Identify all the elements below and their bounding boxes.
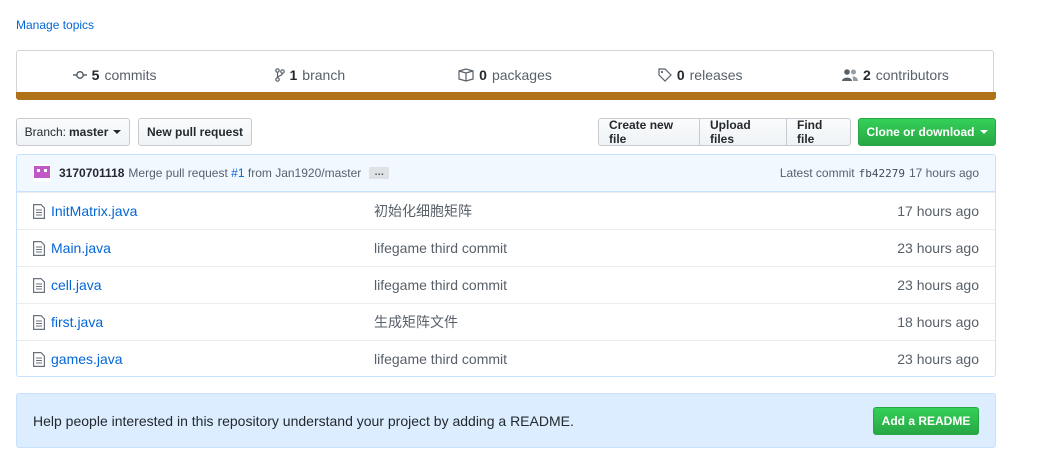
commit-pr-link[interactable]: #1 — [231, 166, 244, 180]
expand-commit-button[interactable]: … — [369, 167, 390, 179]
file-age: 23 hours ago — [897, 240, 979, 256]
file-icon — [33, 315, 45, 333]
latest-commit-info: Latest commit fb42279 17 hours ago — [780, 166, 979, 180]
file-actions-group: Create new file Upload files Find file — [598, 118, 851, 146]
commit-sha-link[interactable]: fb42279 — [859, 167, 905, 180]
branch-label: Branch: — [24, 125, 66, 139]
clone-or-download-button[interactable]: Clone or download — [858, 118, 996, 146]
file-icon — [33, 278, 45, 296]
tag-icon — [658, 67, 672, 82]
branch-select-button[interactable]: Branch: master — [16, 118, 130, 146]
file-row: first.java 生成矩阵文件 18 hours ago — [17, 303, 995, 340]
releases-label: releases — [689, 66, 743, 83]
file-commit-message[interactable]: lifegame third commit — [374, 240, 507, 256]
file-age: 17 hours ago — [897, 203, 979, 219]
clone-label: Clone or download — [866, 125, 975, 139]
caret-down-icon — [113, 130, 122, 134]
package-icon — [458, 67, 474, 82]
repo-stats-bar: 5 commits 1 branch 0 packages 0 releases… — [16, 50, 994, 98]
readme-prompt-text: Help people interested in this repositor… — [33, 413, 574, 429]
branches-label: branch — [302, 66, 346, 83]
stat-commits[interactable]: 5 commits — [17, 51, 212, 98]
commit-age: 17 hours ago — [908, 166, 979, 180]
file-commit-message[interactable]: 初始化细胞矩阵 — [374, 201, 472, 221]
manage-topics-link[interactable]: Manage topics — [16, 18, 94, 32]
create-new-file-button[interactable]: Create new file — [598, 118, 700, 146]
branches-count: 1 — [289, 66, 298, 83]
find-file-button[interactable]: Find file — [786, 118, 851, 146]
contributors-label: contributors — [875, 66, 949, 83]
file-icon — [33, 241, 45, 259]
file-row: cell.java lifegame third commit 23 hours… — [17, 266, 995, 303]
file-commit-message[interactable]: 生成矩阵文件 — [374, 312, 458, 332]
file-name-link[interactable]: Main.java — [51, 240, 111, 256]
file-name-link[interactable]: first.java — [51, 314, 103, 330]
packages-label: packages — [491, 66, 552, 83]
readme-prompt: Help people interested in this repositor… — [16, 393, 996, 448]
file-icon — [33, 204, 45, 222]
branch-icon — [274, 67, 285, 82]
contributors-count: 2 — [862, 66, 871, 83]
stat-packages[interactable]: 0 packages — [407, 51, 602, 98]
file-name-link[interactable]: cell.java — [51, 277, 102, 293]
caret-down-icon — [979, 130, 988, 134]
commit-message-suffix: from Jan1920/master — [247, 166, 362, 180]
latest-commit-bar: 3170701118 Merge pull request #1 from Ja… — [17, 155, 995, 192]
file-icon — [33, 352, 45, 370]
upload-files-button[interactable]: Upload files — [699, 118, 787, 146]
packages-count: 0 — [479, 66, 487, 83]
commits-count: 5 — [91, 66, 100, 83]
stat-branches[interactable]: 1 branch — [212, 51, 407, 98]
file-commit-message[interactable]: lifegame third commit — [374, 277, 507, 293]
file-age: 23 hours ago — [897, 351, 979, 367]
file-row: Main.java lifegame third commit 23 hours… — [17, 229, 995, 266]
commit-icon — [72, 68, 87, 82]
file-name-link[interactable]: games.java — [51, 351, 123, 367]
releases-count: 0 — [676, 66, 685, 83]
file-table: 3170701118 Merge pull request #1 from Ja… — [16, 154, 996, 377]
latest-commit-label: Latest commit — [779, 166, 855, 180]
file-commit-message[interactable]: lifegame third commit — [374, 351, 507, 367]
people-icon — [841, 68, 858, 82]
stat-contributors[interactable]: 2 contributors — [798, 51, 993, 98]
avatar[interactable] — [33, 164, 51, 182]
file-age: 18 hours ago — [897, 314, 979, 330]
commit-author[interactable]: 3170701118 — [59, 166, 124, 180]
new-pull-request-button[interactable]: New pull request — [138, 118, 252, 146]
commits-label: commits — [104, 66, 157, 83]
commit-message-prefix: Merge pull request — [128, 166, 228, 180]
file-row: InitMatrix.java 初始化细胞矩阵 17 hours ago — [17, 192, 995, 229]
branch-name: master — [69, 125, 109, 139]
add-readme-button[interactable]: Add a README — [873, 407, 979, 435]
commit-message[interactable]: Merge pull request #1 from Jan1920/maste… — [128, 166, 361, 180]
file-name-link[interactable]: InitMatrix.java — [51, 203, 137, 219]
file-age: 23 hours ago — [897, 277, 979, 293]
stat-releases[interactable]: 0 releases — [603, 51, 798, 98]
language-color-bar[interactable] — [16, 92, 996, 100]
file-row: games.java lifegame third commit 23 hour… — [17, 340, 995, 376]
